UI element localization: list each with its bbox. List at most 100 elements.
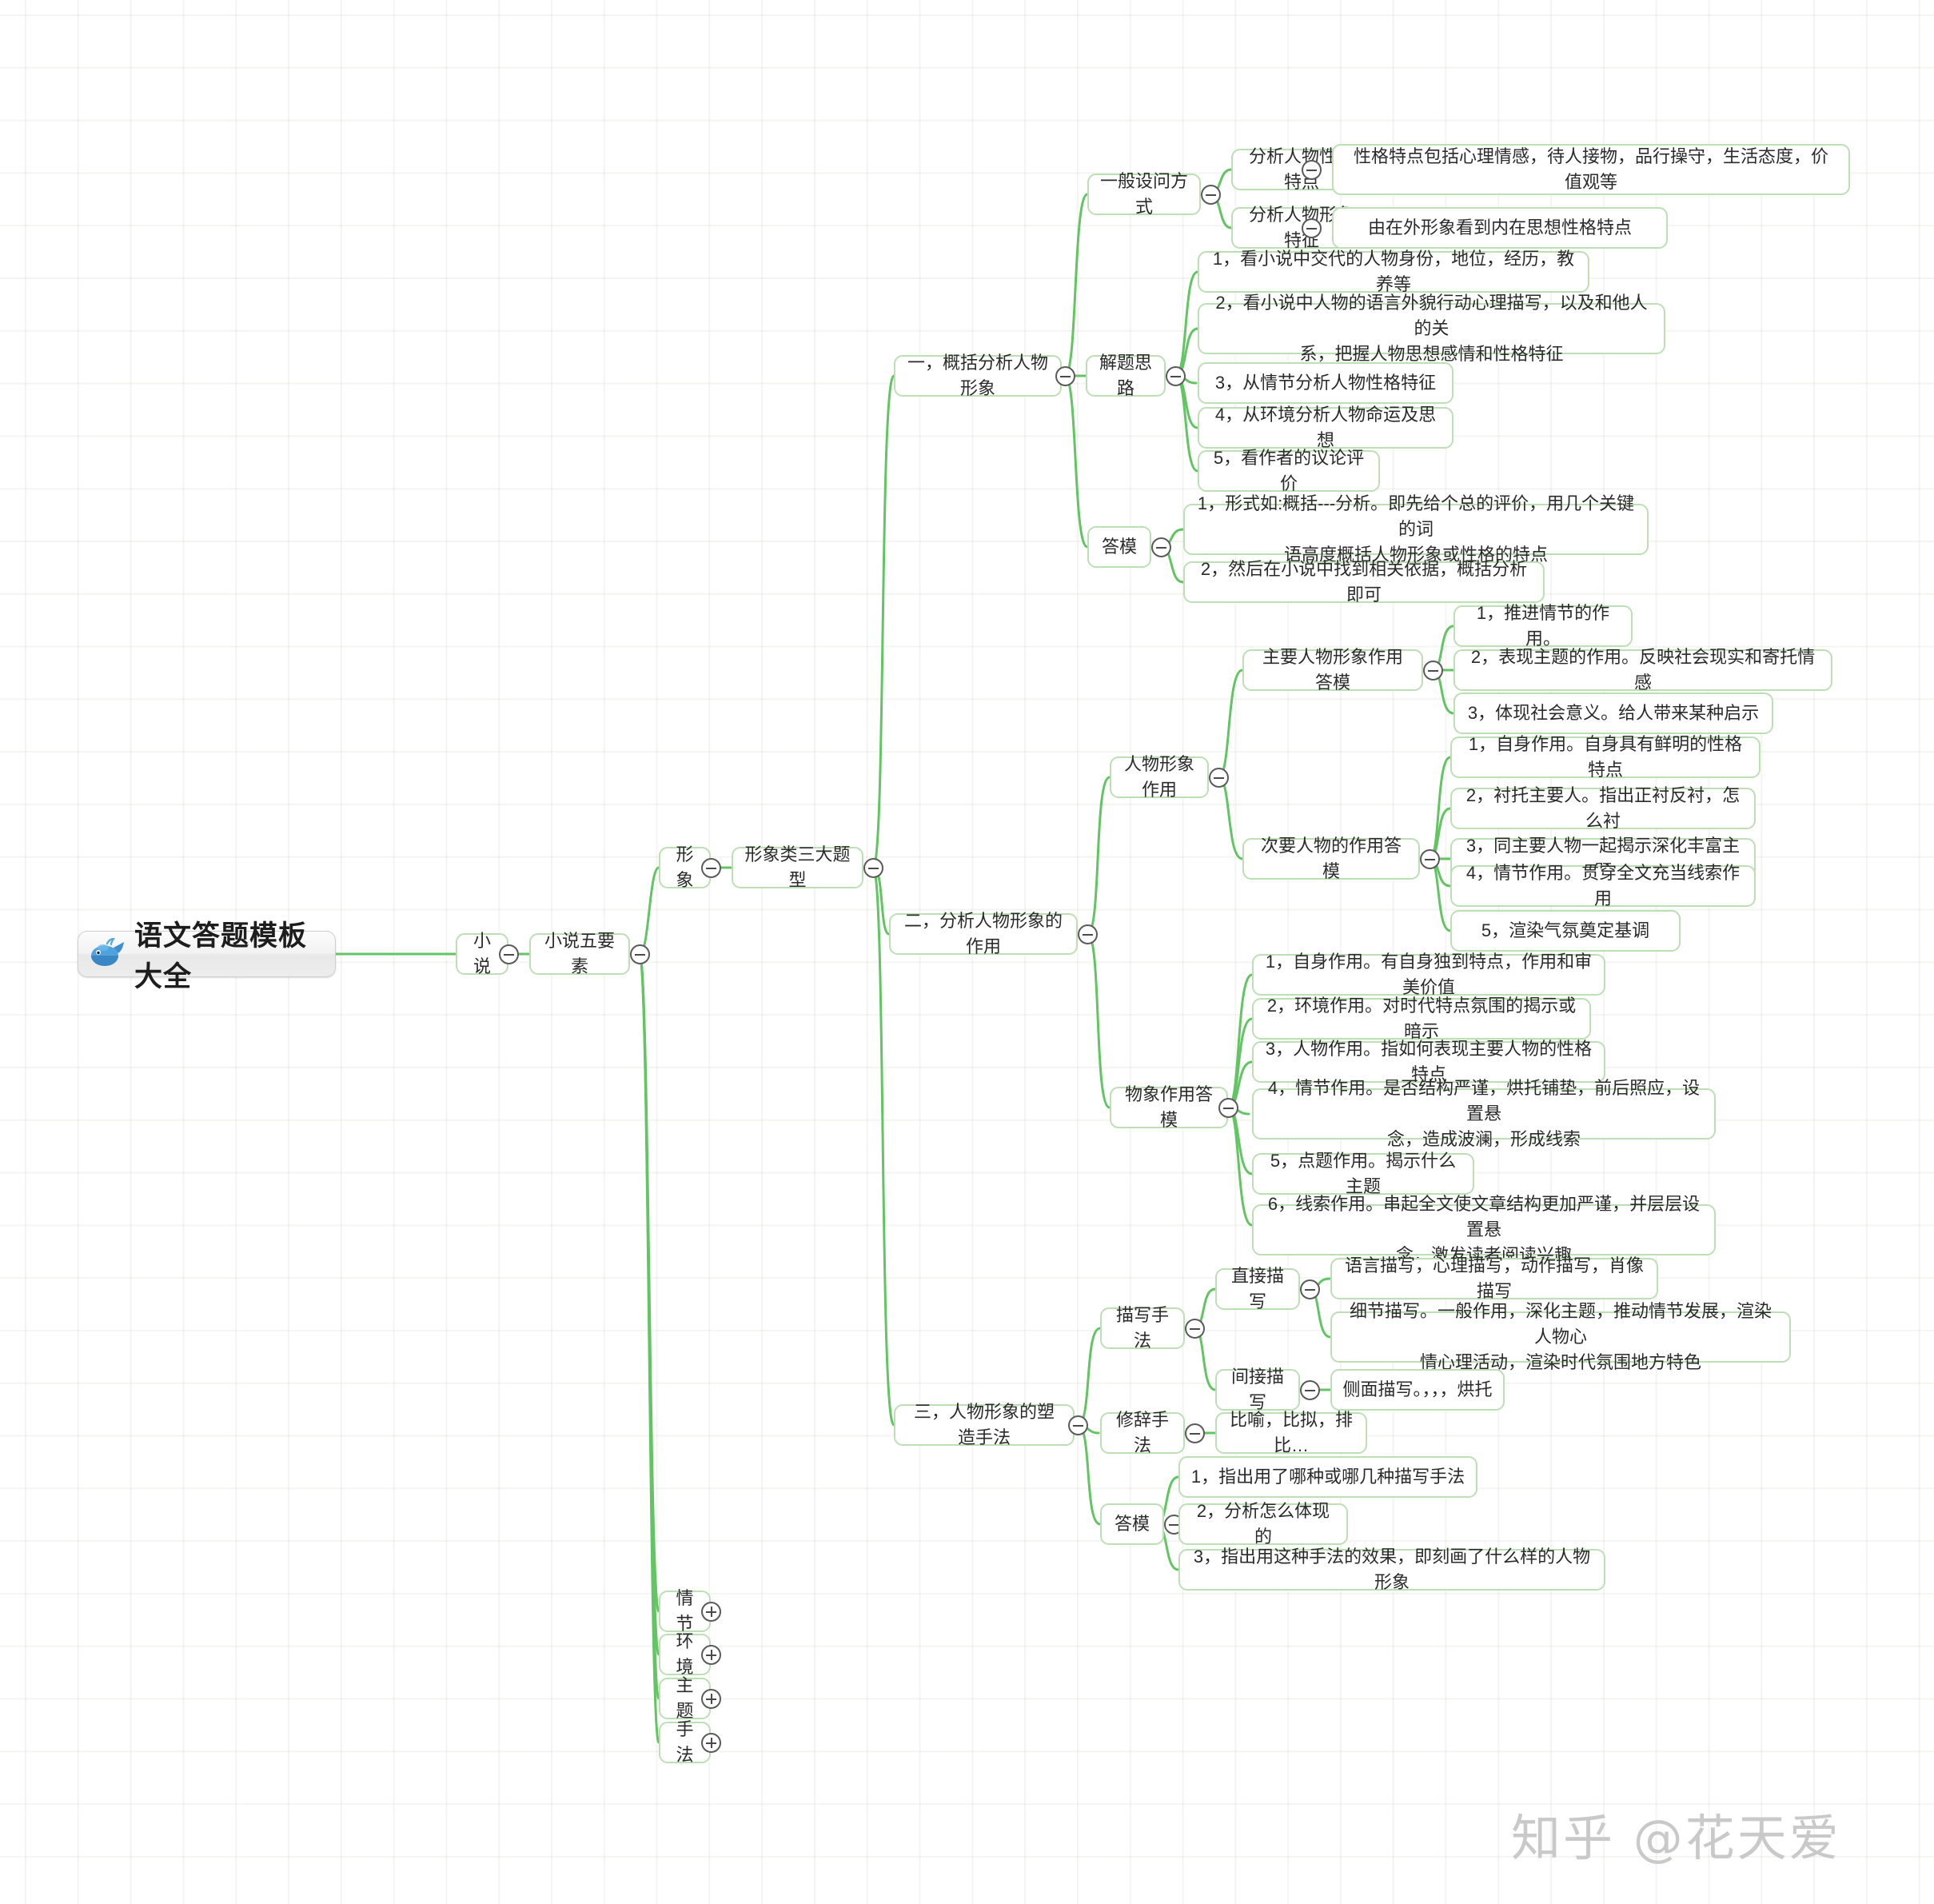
- node-b3-damo-2-label: 2，分析怎么体现的: [1196, 1501, 1330, 1547]
- node-b2-renwu-label: 人物形象作用: [1123, 754, 1194, 800]
- toggle-huanjing[interactable]: [701, 1645, 721, 1665]
- node-b3-jianjie-1[interactable]: 侧面描写。，，，烘托: [1330, 1369, 1505, 1411]
- node-b2-zhuyao-1[interactable]: 1，推进情节的作用。: [1453, 603, 1633, 649]
- node-b3-xiuci[interactable]: 修辞手法: [1100, 1410, 1185, 1455]
- node-b2-ciyao-2[interactable]: 2，衬托主要人。指出正衬反衬，怎么衬: [1450, 785, 1756, 831]
- node-b2-ciyao-5-label: 5，渲染气氛奠定基调: [1481, 920, 1650, 941]
- toggle-b2-wuxiang[interactable]: [1218, 1098, 1238, 1118]
- toggle-b1-jieti[interactable]: [1166, 366, 1186, 386]
- node-b3-damo-2[interactable]: 2，分析怎么体现的: [1178, 1501, 1348, 1547]
- node-b3-jianjie[interactable]: 间接描写: [1215, 1367, 1300, 1412]
- node-b2-wuxiang-4[interactable]: 4，情节作用。是否结构严谨，烘托铺垫，前后照应，设置悬 念，造成波澜，形成线索: [1252, 1078, 1716, 1149]
- node-b2-wuxiang[interactable]: 物象作用答模: [1110, 1084, 1228, 1130]
- node-branch3-label: 三，人物形象的塑造手法: [913, 1402, 1055, 1447]
- toggle-branch2[interactable]: [1078, 924, 1098, 944]
- toggle-b3-zhijie[interactable]: [1300, 1279, 1320, 1299]
- toggle-santidaxing[interactable]: [863, 858, 883, 878]
- node-b1-jieti-label: 解题思路: [1099, 353, 1152, 398]
- toggle-qingjie[interactable]: [701, 1602, 721, 1622]
- node-wuyaosu-label: 小说五要素: [544, 931, 615, 976]
- node-b1-damo-2[interactable]: 2，然后在小说中找到相关依据，概括分析即可: [1183, 559, 1545, 605]
- node-b1-jieti-2[interactable]: 2，看小说中人物的语言外貌行动心理描写，以及和他人的关 系，把握人物思想感情和性…: [1198, 293, 1665, 364]
- node-b1-damo-label: 答模: [1101, 537, 1137, 557]
- toggle-branch1[interactable]: [1055, 366, 1075, 386]
- toggle-b1-damo[interactable]: [1151, 537, 1171, 557]
- node-shoufa-label: 手法: [676, 1719, 694, 1765]
- toggle-b3-jianjie[interactable]: [1300, 1380, 1320, 1400]
- node-b3-xiuci-1[interactable]: 比喻，比拟，排比…: [1215, 1410, 1367, 1455]
- toggle-b3-miaoxie[interactable]: [1185, 1319, 1205, 1339]
- node-branch2-label: 二，分析人物形象的作用: [903, 911, 1063, 956]
- node-b2-wuxiang-2[interactable]: 2，环境作用。对时代特点氛围的揭示或暗示: [1252, 996, 1591, 1041]
- toggle-b1-shewen-1[interactable]: [1302, 160, 1322, 180]
- node-b1-shewen-1-detail[interactable]: 性格特点包括心理情感，待人接物，品行操守，生活态度，价 值观等: [1332, 144, 1850, 195]
- node-b3-jianjie-1-label: 侧面描写。，，，烘托: [1342, 1379, 1493, 1400]
- node-b3-zhijie-label: 直接描写: [1230, 1266, 1284, 1311]
- node-b2-ciyao-label: 次要人物的作用答模: [1260, 836, 1402, 881]
- node-b2-wuxiang-1[interactable]: 1，自身作用。有自身独到特点，作用和审美价值: [1252, 952, 1605, 997]
- toggle-b2-ciyao[interactable]: [1420, 849, 1440, 869]
- node-b3-zhijie[interactable]: 直接描写: [1215, 1266, 1300, 1311]
- node-b2-ciyao[interactable]: 次要人物的作用答模: [1242, 836, 1420, 881]
- node-b2-renwu[interactable]: 人物形象作用: [1110, 754, 1209, 800]
- node-b1-jieti-1[interactable]: 1，看小说中交代的人物身份，地位，经历，教养等: [1198, 249, 1589, 294]
- node-xiaoshuo-label: 小说: [473, 931, 491, 976]
- node-b1-jieti-3[interactable]: 3，从情节分析人物性格特征: [1198, 362, 1453, 404]
- node-branch3[interactable]: 三，人物形象的塑造手法: [894, 1402, 1075, 1447]
- node-b2-wuxiang-6[interactable]: 6，线索作用。串起全文使文章结构更加严谨，并层层设置悬 念，激发读者阅读兴趣: [1252, 1194, 1716, 1265]
- node-b1-shewen-label: 一般设问方式: [1099, 171, 1188, 217]
- node-b2-wuxiang-5[interactable]: 5，点题作用。揭示什么主题: [1252, 1151, 1474, 1196]
- node-b1-jieti-2-label: 2，看小说中人物的语言外貌行动心理描写，以及和他人的关 系，把握人物思想感情和性…: [1215, 293, 1648, 364]
- node-santidaxing[interactable]: 形象类三大题型: [732, 844, 863, 890]
- toggle-xingxiang[interactable]: [701, 858, 721, 878]
- toggle-shoufa[interactable]: [701, 1733, 721, 1753]
- node-b2-ciyao-2-label: 2，衬托主要人。指出正衬反衬，怎么衬: [1465, 785, 1741, 831]
- node-b1-shewen-2-detail[interactable]: 由在外形象看到内在思想性格特点: [1332, 207, 1668, 249]
- node-b1-damo-1[interactable]: 1，形式如:概括---分析。即先给个总的评价，用几个关键的词 语高度概括人物形象…: [1183, 493, 1649, 565]
- node-b1-shewen[interactable]: 一般设问方式: [1087, 171, 1201, 217]
- node-b3-miaoxie[interactable]: 描写手法: [1100, 1305, 1185, 1351]
- toggle-wuyaosu[interactable]: [630, 944, 650, 964]
- node-branch1[interactable]: 一，概括分析人物形象: [894, 353, 1062, 398]
- node-b3-damo-3[interactable]: 3，指出用这种手法的效果，即刻画了什么样的人物形象: [1178, 1547, 1605, 1592]
- node-b1-jieti-5[interactable]: 5，看作者的议论评价: [1198, 448, 1380, 493]
- node-b2-ciyao-5[interactable]: 5，渲染气氛奠定基调: [1450, 910, 1681, 952]
- node-b3-zhijie-1[interactable]: 语言描写，心理描写，动作描写，肖像描写: [1330, 1255, 1658, 1301]
- node-b2-ciyao-4[interactable]: 4，情节作用。贯穿全文充当线索作用: [1450, 863, 1756, 908]
- node-b1-jieti-3-label: 3，从情节分析人物性格特征: [1214, 373, 1437, 393]
- node-branch2[interactable]: 二，分析人物形象的作用: [889, 911, 1078, 956]
- whale-icon: [90, 937, 125, 970]
- node-b3-zhijie-1-label: 语言描写，心理描写，动作描写，肖像描写: [1344, 1255, 1644, 1301]
- node-santidaxing-label: 形象类三大题型: [744, 844, 851, 890]
- node-b2-ciyao-4-label: 4，情节作用。贯穿全文充当线索作用: [1465, 863, 1741, 908]
- toggle-b2-zhuyao[interactable]: [1423, 661, 1443, 681]
- toggle-b3-xiuci[interactable]: [1185, 1423, 1205, 1443]
- node-b2-ciyao-1[interactable]: 1，自身作用。自身具有鲜明的性格特点: [1450, 734, 1761, 780]
- toggle-xiaoshuo[interactable]: [499, 944, 519, 964]
- toggle-b1-shewen-2[interactable]: [1302, 218, 1322, 238]
- toggle-b1-shewen[interactable]: [1201, 185, 1221, 205]
- node-b1-jieti-5-label: 5，看作者的议论评价: [1213, 448, 1365, 493]
- node-b2-zhuyao-3[interactable]: 3，体现社会意义。给人带来某种启示: [1453, 693, 1773, 734]
- node-b1-jieti-4[interactable]: 4，从环境分析人物命运及思想: [1198, 405, 1453, 450]
- node-b2-wuxiang-label: 物象作用答模: [1124, 1084, 1213, 1130]
- node-b2-zhuyao-2-label: 2，表现主题的作用。反映社会现实和寄托情感: [1470, 647, 1816, 693]
- root-node[interactable]: 语文答题模板大全: [78, 920, 336, 992]
- node-b1-jieti[interactable]: 解题思路: [1086, 353, 1166, 398]
- node-b3-damo[interactable]: 答模: [1100, 1503, 1164, 1545]
- node-b1-damo[interactable]: 答模: [1087, 526, 1151, 568]
- node-branch1-label: 一，概括分析人物形象: [907, 353, 1048, 398]
- node-b2-zhuyao-2[interactable]: 2，表现主题的作用。反映社会现实和寄托情感: [1453, 647, 1832, 693]
- node-b3-zhijie-2[interactable]: 细节描写。一般作用，深化主题，推动情节发展，渲染人物心 情心理活动，渲染时代氛围…: [1330, 1301, 1791, 1372]
- node-b2-wuxiang-4-label: 4，情节作用。是否结构严谨，烘托铺垫，前后照应，设置悬 念，造成波澜，形成线索: [1267, 1078, 1701, 1149]
- node-b2-zhuyao[interactable]: 主要人物形象作用答模: [1242, 647, 1423, 693]
- toggle-zhuti[interactable]: [701, 1689, 721, 1709]
- toggle-branch3[interactable]: [1068, 1415, 1088, 1435]
- node-b3-xiuci-1-label: 比喻，比拟，排比…: [1229, 1410, 1353, 1455]
- node-b3-damo-1[interactable]: 1，指出用了哪种或哪几种描写手法: [1178, 1456, 1477, 1498]
- node-b1-shewen-2-detail-label: 由在外形象看到内在思想性格特点: [1367, 218, 1632, 238]
- node-wuyaosu[interactable]: 小说五要素: [529, 931, 630, 976]
- node-xingxiang-label: 形象: [676, 844, 694, 890]
- toggle-b2-renwu[interactable]: [1209, 768, 1229, 788]
- node-b3-damo-3-label: 3，指出用这种手法的效果，即刻画了什么样的人物形象: [1193, 1547, 1591, 1592]
